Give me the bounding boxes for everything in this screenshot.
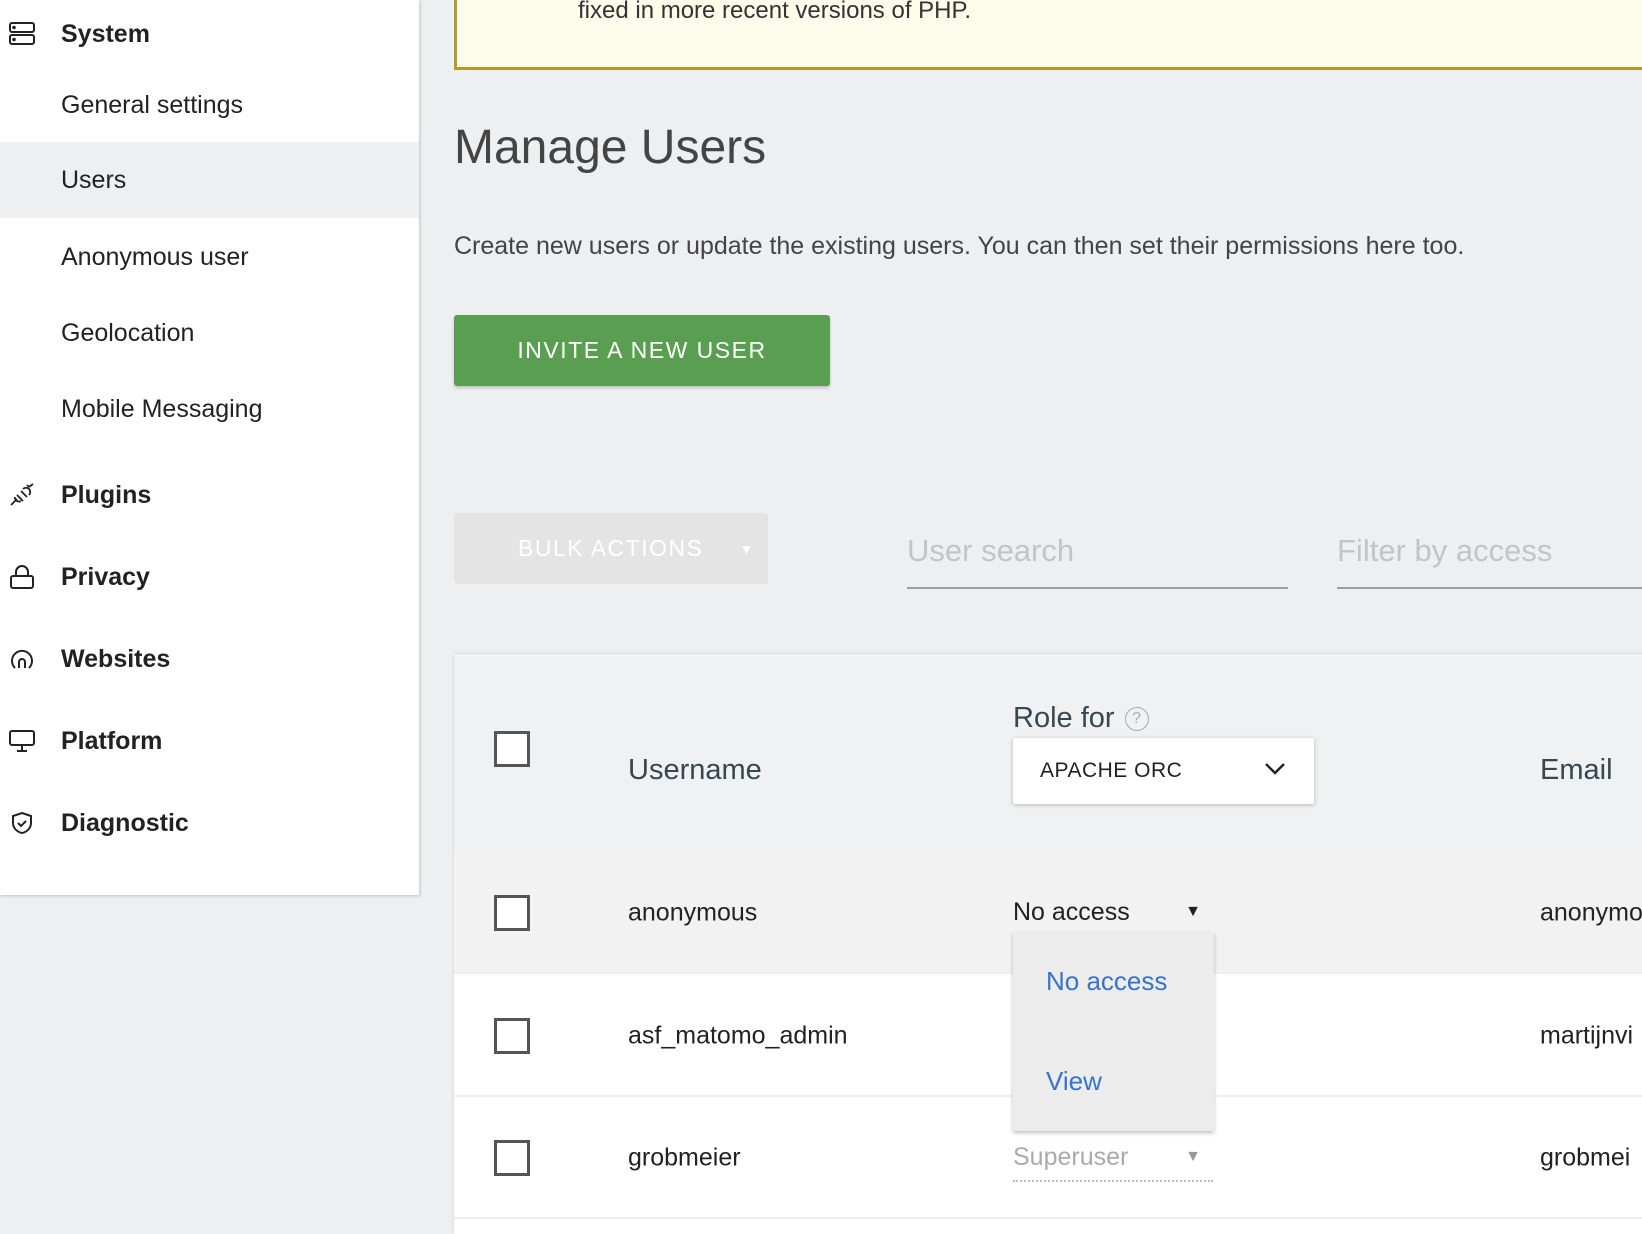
location-icon [0, 646, 61, 672]
php-warning-notice: fixed in more recent versions of PHP. [454, 0, 1642, 70]
username-cell: grobmeier [628, 1143, 741, 1171]
sidebar-section-plugins[interactable]: Plugins [0, 475, 419, 515]
sidebar-section-system[interactable]: System [0, 14, 419, 54]
sidebar-section-websites[interactable]: Websites [0, 639, 419, 679]
row-checkbox[interactable] [494, 1018, 530, 1054]
sidebar-section-privacy[interactable]: Privacy [0, 557, 419, 597]
bulk-actions-label: BULK ACTIONS [518, 535, 704, 561]
username-cell: asf_matomo_admin [628, 1021, 848, 1049]
sidebar-section-diagnostic[interactable]: Diagnostic [0, 803, 419, 843]
email-cell: martijnvi [1540, 1021, 1634, 1049]
sidebar-item-geolocation[interactable]: Geolocation [0, 295, 419, 371]
role-option-no-access[interactable]: No access [1046, 966, 1167, 997]
warning-text: fixed in more recent versions of PHP. [578, 0, 972, 24]
role-dropdown-menu: No access View [1013, 932, 1214, 1131]
sidebar-item-label: Users [61, 165, 127, 194]
sidebar-section-label: Privacy [61, 562, 150, 591]
help-icon[interactable]: ? [1124, 706, 1149, 731]
site-select-value: APACHE ORC [1040, 759, 1183, 782]
plug-icon [0, 483, 61, 507]
header-role-for: Role for ? [1013, 702, 1149, 735]
sidebar-item-label: Geolocation [61, 318, 195, 347]
username-cell: anonymous [628, 898, 758, 926]
bulk-actions-button[interactable]: BULK ACTIONS ▼ [454, 513, 768, 584]
invite-user-button[interactable]: INVITE A NEW USER [454, 315, 830, 386]
caret-down-icon: ▼ [1185, 1148, 1201, 1165]
lock-icon [0, 564, 61, 590]
header-email: Email [1540, 754, 1613, 786]
row-checkbox[interactable] [494, 895, 530, 931]
role-select[interactable]: No access ▼ [1013, 889, 1213, 937]
role-option-view[interactable]: View [1046, 1066, 1102, 1097]
sidebar-section-label: Diagnostic [61, 808, 189, 837]
caret-down-icon: ▼ [739, 540, 755, 557]
role-select-disabled: Superuser ▼ [1013, 1134, 1213, 1182]
server-icon [0, 22, 61, 46]
sidebar-item-anonymous-user[interactable]: Anonymous user [0, 219, 419, 295]
page-description: Create new users or update the existing … [454, 232, 1465, 260]
page-title: Manage Users [454, 121, 767, 174]
sidebar-section-label: Plugins [61, 480, 152, 509]
sidebar-item-label: General settings [61, 90, 244, 119]
sidebar-item-label: Mobile Messaging [61, 394, 263, 423]
role-value: Superuser [1013, 1142, 1129, 1171]
sidebar: System General settings Users Anonymous … [0, 0, 419, 895]
site-select[interactable]: APACHE ORC [1013, 738, 1314, 804]
shield-check-icon [0, 811, 61, 835]
caret-down-icon: ▼ [1185, 903, 1201, 920]
row-checkbox[interactable] [494, 1140, 530, 1176]
sidebar-item-users[interactable]: Users [0, 142, 419, 218]
sidebar-item-mobile-messaging[interactable]: Mobile Messaging [0, 371, 419, 447]
sidebar-section-label: System [61, 19, 150, 48]
table-header: Username Role for ? APACHE ORC Email [454, 654, 1642, 853]
sidebar-item-general-settings[interactable]: General settings [0, 67, 419, 143]
role-value: No access [1013, 897, 1130, 926]
monitor-icon [0, 729, 61, 753]
sidebar-section-label: Websites [61, 644, 171, 673]
user-search-input[interactable] [907, 515, 1288, 589]
sidebar-section-label: Platform [61, 726, 163, 755]
sidebar-item-label: Anonymous user [61, 242, 249, 271]
sidebar-section-platform[interactable]: Platform [0, 721, 419, 761]
filter-by-access-input[interactable] [1337, 515, 1642, 589]
invite-user-label: INVITE A NEW USER [517, 337, 767, 363]
header-role-for-label: Role for [1013, 702, 1115, 734]
email-cell: anonymo [1540, 898, 1642, 926]
select-all-checkbox[interactable] [494, 731, 530, 767]
chevron-down-icon [1265, 763, 1285, 775]
email-cell: grobmei [1540, 1143, 1631, 1171]
header-username: Username [628, 754, 762, 786]
